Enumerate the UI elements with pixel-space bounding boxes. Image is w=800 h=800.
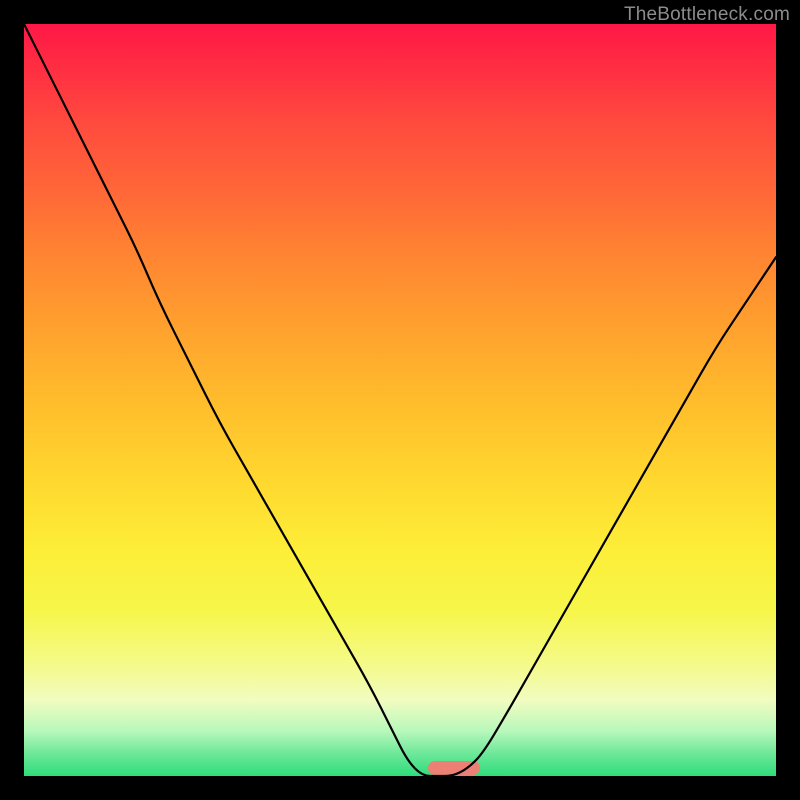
min-marker-pill — [428, 761, 480, 775]
bottleneck-curve — [24, 24, 776, 776]
watermark-text: TheBottleneck.com — [624, 4, 790, 26]
plot-area — [24, 24, 776, 776]
curve-path — [24, 24, 776, 776]
chart-frame: TheBottleneck.com — [0, 0, 800, 800]
